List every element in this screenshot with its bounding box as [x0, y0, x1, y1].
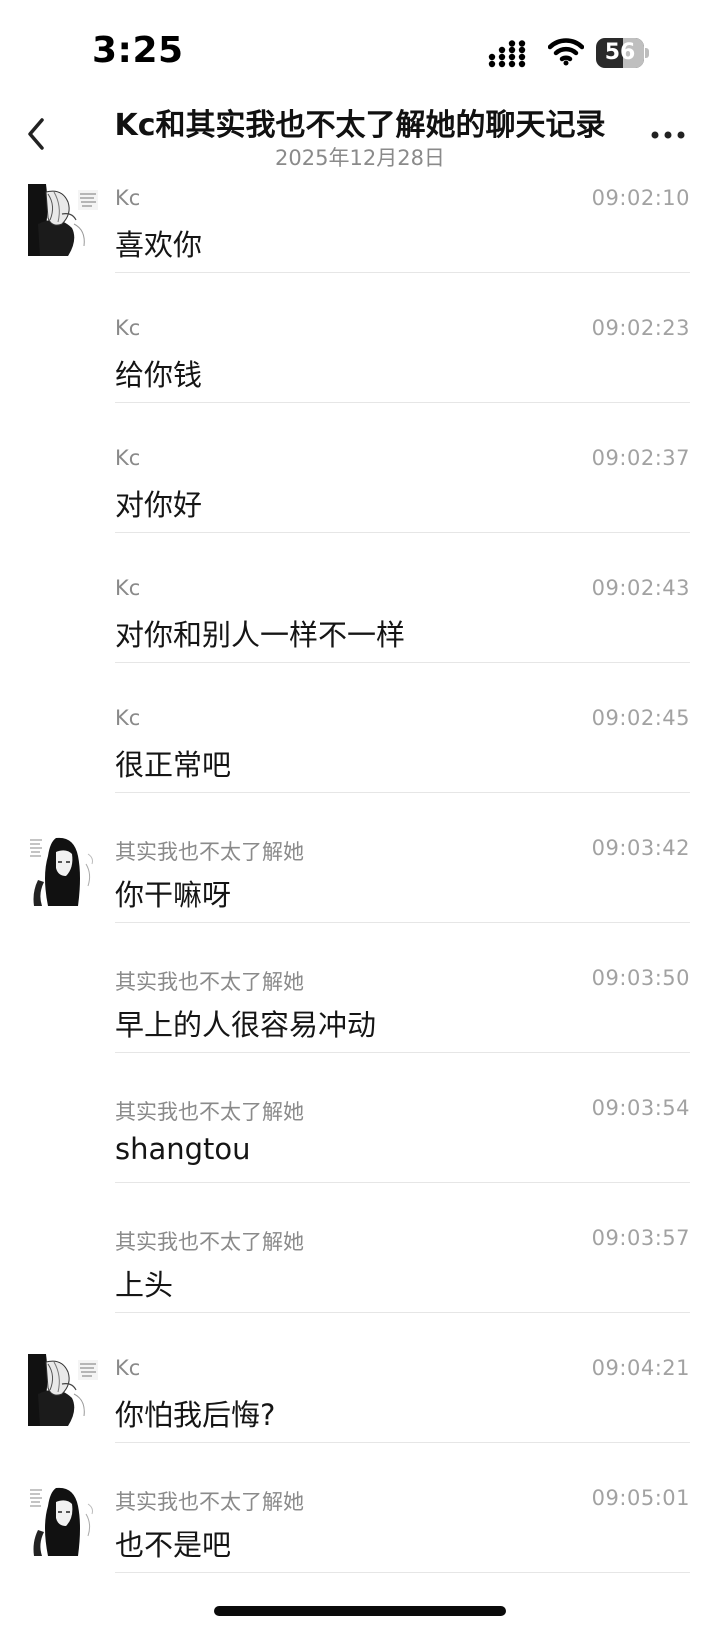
- message-timestamp: 09:03:54: [591, 1096, 690, 1120]
- message-list: Kc 09:02:10 喜欢你 Kc 09:02:23 给你钱 Kc 09:02:37 对你好 K…: [0, 178, 720, 1608]
- chat-message: Kc 09:02:43 对你和别人一样不一样: [0, 568, 720, 698]
- message-sender: Kc: [115, 186, 141, 210]
- message-text: 对你和别人一样不一样: [115, 618, 406, 652]
- wifi-icon: [548, 38, 584, 66]
- message-timestamp: 09:03:57: [591, 1226, 690, 1250]
- battery-percent: 56: [604, 40, 636, 65]
- message-text: 你干嘛呀: [115, 878, 232, 912]
- message-sender: 其实我也不太了解她: [115, 970, 304, 994]
- manga-avatar-kc-drawing: [28, 1354, 100, 1426]
- message-timestamp: 09:02:45: [591, 706, 690, 730]
- message-timestamp: 09:02:43: [591, 576, 690, 600]
- message-timestamp: 09:02:10: [591, 186, 690, 210]
- page-title: Kc和其实我也不太了解她的聊天记录: [114, 108, 606, 143]
- message-divider: [115, 1572, 690, 1573]
- chat-message: 其实我也不太了解她 09:03:50 早上的人很容易冲动: [0, 958, 720, 1088]
- message-divider: [115, 402, 690, 403]
- manga-avatar-girl-drawing: [28, 834, 100, 906]
- battery-icon: 56: [596, 38, 649, 68]
- message-divider: [115, 1052, 690, 1053]
- chevron-left-icon[interactable]: [22, 114, 52, 154]
- message-text: 也不是吧: [115, 1528, 232, 1562]
- message-sender: 其实我也不太了解她: [115, 1230, 304, 1254]
- message-sender: Kc: [115, 576, 141, 600]
- message-divider: [115, 1182, 690, 1183]
- message-text: 上头: [115, 1268, 174, 1302]
- message-divider: [115, 532, 690, 533]
- message-sender: Kc: [115, 316, 141, 340]
- message-sender: Kc: [115, 1356, 141, 1380]
- message-sender: 其实我也不太了解她: [115, 1490, 304, 1514]
- status-bar: 3:25 56: [0, 0, 720, 100]
- manga-avatar-girl-drawing: [28, 1484, 100, 1556]
- avatar[interactable]: [28, 184, 100, 256]
- avatar[interactable]: [28, 1484, 100, 1556]
- message-divider: [115, 272, 690, 273]
- message-divider: [115, 922, 690, 923]
- message-timestamp: 09:03:50: [591, 966, 690, 990]
- home-indicator[interactable]: [214, 1606, 506, 1616]
- message-text: 你怕我后悔?: [115, 1398, 276, 1432]
- message-divider: [115, 792, 690, 793]
- message-timestamp: 09:05:01: [591, 1486, 690, 1510]
- chat-message: 其实我也不太了解她 09:03:42 你干嘛呀: [0, 828, 720, 958]
- chat-message: Kc 09:02:23 给你钱: [0, 308, 720, 438]
- cellular-signal-icon: [488, 40, 526, 68]
- avatar[interactable]: [28, 834, 100, 906]
- message-divider: [115, 1312, 690, 1313]
- nav-bar: Kc和其实我也不太了解她的聊天记录 2025年12月28日: [0, 96, 720, 178]
- status-time: 3:25: [92, 30, 184, 71]
- more-dots-icon[interactable]: [650, 130, 686, 140]
- message-sender: 其实我也不太了解她: [115, 840, 304, 864]
- manga-avatar-kc-drawing: [28, 184, 100, 256]
- message-text: 早上的人很容易冲动: [115, 1008, 377, 1042]
- message-timestamp: 09:02:37: [591, 446, 690, 470]
- message-sender: Kc: [115, 706, 141, 730]
- message-sender: Kc: [115, 446, 141, 470]
- avatar[interactable]: [28, 1354, 100, 1426]
- chat-message: Kc 09:04:21 你怕我后悔?: [0, 1348, 720, 1478]
- chat-message: Kc 09:02:37 对你好: [0, 438, 720, 568]
- message-text: 给你钱: [115, 358, 203, 392]
- message-divider: [115, 1442, 690, 1443]
- message-text: 喜欢你: [115, 228, 203, 262]
- message-text: 对你好: [115, 488, 203, 522]
- chat-message: Kc 09:02:10 喜欢你: [0, 178, 720, 308]
- message-divider: [115, 662, 690, 663]
- page-subtitle-date: 2025年12月28日: [275, 146, 445, 170]
- message-timestamp: 09:03:42: [591, 836, 690, 860]
- chat-message: 其实我也不太了解她 09:05:01 也不是吧: [0, 1478, 720, 1608]
- message-text: 很正常吧: [115, 748, 232, 782]
- chat-message: 其实我也不太了解她 09:03:54 shangtou: [0, 1088, 720, 1218]
- message-timestamp: 09:02:23: [591, 316, 690, 340]
- chat-message: 其实我也不太了解她 09:03:57 上头: [0, 1218, 720, 1348]
- message-timestamp: 09:04:21: [591, 1356, 690, 1380]
- chat-message: Kc 09:02:45 很正常吧: [0, 698, 720, 828]
- message-sender: 其实我也不太了解她: [115, 1100, 304, 1124]
- message-text: shangtou: [115, 1132, 251, 1166]
